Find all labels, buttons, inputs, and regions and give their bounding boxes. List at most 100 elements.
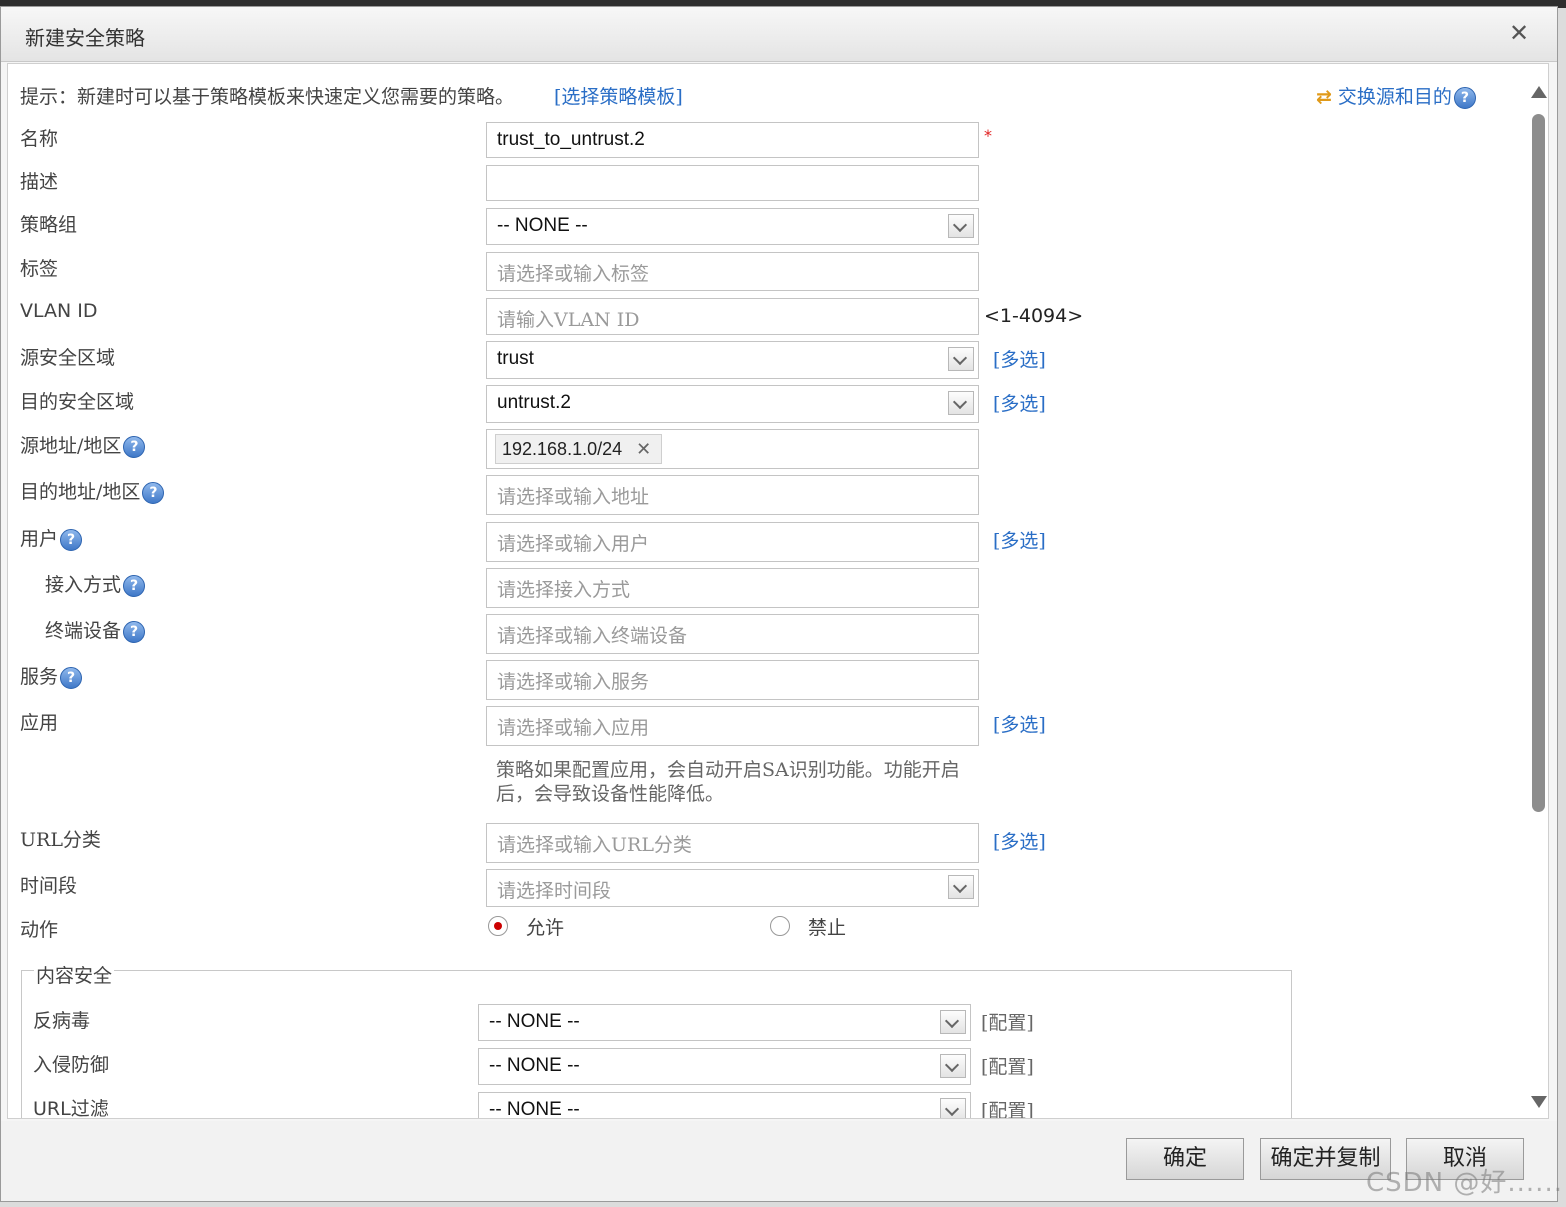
service-label-text: 服务 [20,666,59,688]
chevron-down-icon[interactable] [940,1098,966,1118]
dst-zone-value: untrust.2 [497,392,571,413]
dialog-title: 新建安全策略 [25,26,145,50]
action-label: 动作 [20,919,59,941]
url-filter-config-link[interactable]: [配置] [981,1096,1034,1118]
url-filter-label: URL过滤 [33,1098,109,1119]
swap-src-dst-link[interactable]: ⇄ 交换源和目的? [1316,82,1476,109]
action-permit-radio[interactable] [488,916,508,936]
vlan-label: VLAN ID [20,300,98,322]
time-label: 时间段 [20,875,78,897]
src-addr-label-text: 源地址/地区 [20,435,122,457]
src-zone-label: 源安全区域 [20,347,116,369]
service-label: 服务? [20,662,83,689]
terminal-label: 终端设备? [45,616,146,643]
help-icon[interactable]: ? [60,529,83,551]
antivirus-config-link[interactable]: [配置] [981,1008,1034,1035]
terminal-placeholder: 请选择或输入终端设备 [497,625,688,647]
select-template-link[interactable]: [选择策略模板] [554,82,683,109]
chevron-down-icon[interactable] [940,1010,966,1034]
scroll-down-arrow-icon[interactable] [1531,1096,1547,1108]
terminal-input[interactable]: 请选择或输入终端设备 [486,614,979,654]
url-filter-value: -- NONE -- [489,1099,580,1119]
close-icon[interactable]: ✕ [1509,19,1529,47]
dst-addr-input[interactable]: 请选择或输入地址 [486,475,979,515]
time-placeholder: 请选择时间段 [497,880,612,902]
user-multi-link[interactable]: [多选] [993,526,1046,553]
src-addr-tag: 192.168.1.0/24 ✕ [495,434,663,464]
url-category-label: URL分类 [20,829,101,851]
name-input[interactable]: trust_to_untrust.2 [486,122,979,158]
chevron-down-icon[interactable] [940,1054,966,1078]
access-input[interactable]: 请选择接入方式 [486,568,979,608]
ips-label: 入侵防御 [33,1054,110,1076]
app-placeholder: 请选择或输入应用 [497,717,650,739]
url-category-input[interactable]: 请选择或输入URL分类 [486,823,979,863]
time-select[interactable]: 请选择时间段 [486,869,979,907]
chevron-down-icon[interactable] [948,347,974,371]
help-icon[interactable]: ? [123,575,146,597]
desc-input[interactable] [486,165,979,201]
new-security-policy-dialog: 新建安全策略 ✕ 提示：新建时可以基于策略模板来快速定义您需要的策略。 [选择策… [0,6,1558,1202]
app-note: 策略如果配置应用，会自动开启SA识别功能。功能开启后，会导致设备性能降低。 [496,759,960,805]
antivirus-select[interactable]: -- NONE -- [478,1004,971,1041]
src-zone-select[interactable]: trust [486,341,979,379]
vertical-scrollbar[interactable] [1530,64,1548,1118]
access-label: 接入方式? [45,570,146,597]
dst-zone-select[interactable]: untrust.2 [486,385,979,423]
vlan-range-hint: <1-4094> [984,305,1084,327]
src-addr-input[interactable]: 192.168.1.0/24 ✕ [486,429,979,469]
src-addr-tag-text: 192.168.1.0/24 [502,439,623,459]
service-input[interactable]: 请选择或输入服务 [486,660,979,700]
user-label: 用户? [20,524,83,551]
policy-group-select[interactable]: -- NONE -- [486,208,979,245]
app-input[interactable]: 请选择或输入应用 [486,706,979,746]
action-deny-label: 禁止 [808,917,847,939]
user-placeholder: 请选择或输入用户 [497,533,650,555]
ips-value: -- NONE -- [489,1055,580,1076]
policy-group-label: 策略组 [20,214,78,236]
vlan-input[interactable]: 请输入VLAN ID [486,298,979,335]
chevron-down-icon[interactable] [948,875,974,899]
policy-group-value: -- NONE -- [497,215,588,236]
dst-addr-label-text: 目的地址/地区 [20,481,141,503]
vlan-placeholder: 请输入VLAN ID [497,309,640,331]
user-label-text: 用户 [20,528,59,550]
swap-arrows-icon: ⇄ [1316,86,1332,108]
app-multi-link[interactable]: [多选] [993,710,1046,737]
tag-input[interactable]: 请选择或输入标签 [486,252,979,291]
ok-button[interactable]: 确定 [1126,1138,1244,1180]
scroll-up-arrow-icon[interactable] [1531,86,1547,98]
src-zone-value: trust [497,348,534,369]
src-zone-multi-link[interactable]: [多选] [993,345,1046,372]
name-value: trust_to_untrust.2 [497,129,645,150]
ips-config-link[interactable]: [配置] [981,1052,1034,1079]
tag-placeholder: 请选择或输入标签 [497,263,650,285]
csdn-watermark: CSDN @好...... [1366,1168,1563,1198]
help-icon[interactable]: ? [60,667,83,689]
action-permit-label: 允许 [526,917,565,939]
swap-label: 交换源和目的 [1337,86,1452,108]
dst-zone-multi-link[interactable]: [多选] [993,389,1046,416]
antivirus-value: -- NONE -- [489,1011,580,1032]
required-marker: * [984,126,992,145]
chevron-down-icon[interactable] [948,214,974,238]
url-filter-select[interactable]: -- NONE -- [478,1092,971,1119]
scrollbar-thumb[interactable] [1532,114,1545,812]
ips-select[interactable]: -- NONE -- [478,1048,971,1085]
hint-text: 提示：新建时可以基于策略模板来快速定义您需要的策略。 [20,86,515,108]
dst-addr-placeholder: 请选择或输入地址 [497,486,650,508]
help-icon[interactable]: ? [123,436,146,458]
chevron-down-icon[interactable] [948,391,974,415]
dialog-titlebar: 新建安全策略 ✕ [1,7,1557,62]
tag-label: 标签 [20,258,59,280]
action-deny-radio[interactable] [770,916,790,936]
content-security-legend: 内容安全 [34,961,115,988]
help-icon[interactable]: ? [142,482,165,504]
dialog-footer: 确定 确定并复制 取消 [1,1121,1557,1201]
help-icon[interactable]: ? [1453,87,1476,109]
remove-tag-icon[interactable]: ✕ [636,439,651,459]
help-icon[interactable]: ? [123,621,146,643]
user-input[interactable]: 请选择或输入用户 [486,522,979,562]
name-label: 名称 [20,128,59,150]
url-category-multi-link[interactable]: [多选] [993,827,1046,854]
